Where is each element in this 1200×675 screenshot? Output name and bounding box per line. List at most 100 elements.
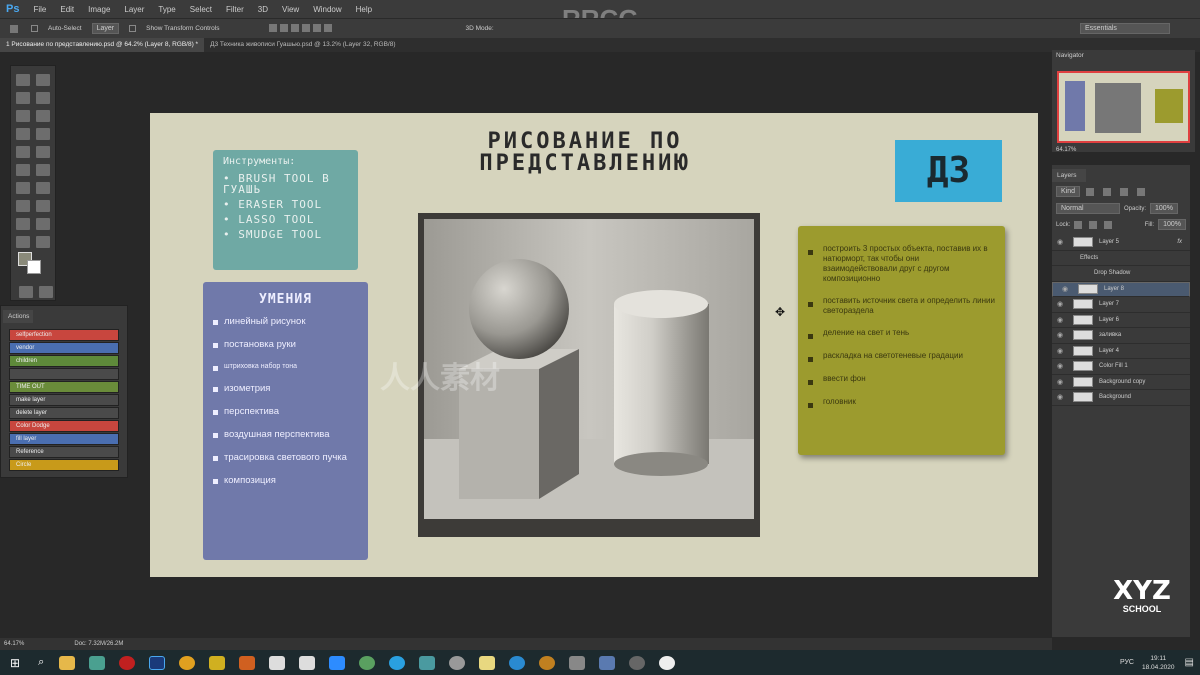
blur-tool-icon[interactable]	[16, 182, 30, 194]
lock-position-icon[interactable]	[1089, 220, 1098, 229]
layer-row[interactable]: ◉ Layer 6	[1052, 313, 1190, 328]
record-icon[interactable]	[119, 655, 136, 670]
app-icon[interactable]	[569, 655, 586, 670]
action-item[interactable]: Reference	[9, 446, 119, 458]
app-icon[interactable]	[239, 655, 256, 670]
layer-row[interactable]: ◉ Layer 4	[1052, 344, 1190, 359]
app-icon[interactable]	[629, 655, 646, 670]
workspace-select[interactable]: Essentials	[1080, 23, 1170, 34]
layer-row[interactable]: ◉ Layer 5 fx	[1052, 235, 1190, 251]
menu-filter[interactable]: Filter	[226, 5, 244, 14]
gradient-tool-icon[interactable]	[36, 164, 50, 176]
app-icon[interactable]	[209, 655, 226, 670]
blend-mode-select[interactable]: Normal	[1056, 203, 1120, 214]
app-icon[interactable]	[359, 655, 376, 670]
layer-row[interactable]: ◉ Background copy	[1052, 375, 1190, 390]
shape-tool-icon[interactable]	[36, 218, 50, 230]
action-item[interactable]: delete layer	[9, 407, 119, 419]
yandex-icon[interactable]	[659, 655, 676, 670]
visibility-eye-icon[interactable]: ◉	[1055, 347, 1065, 355]
background-color[interactable]	[27, 260, 41, 274]
file-explorer-icon[interactable]	[59, 655, 76, 670]
menu-help[interactable]: Help	[356, 5, 372, 14]
app-icon[interactable]	[599, 655, 616, 670]
screen-mode-icon[interactable]	[39, 286, 53, 298]
visibility-eye-icon[interactable]: ◉	[1055, 316, 1065, 324]
app-icon[interactable]	[449, 655, 466, 670]
action-item[interactable]: TIME OUT	[9, 381, 119, 393]
notifications-icon[interactable]: ▤	[1185, 657, 1194, 668]
telegram-icon[interactable]	[389, 655, 406, 670]
status-zoom[interactable]: 64.17%	[4, 641, 24, 647]
visibility-eye-icon[interactable]: ◉	[1055, 300, 1065, 308]
menu-layer[interactable]: Layer	[124, 5, 144, 14]
zoom-app-icon[interactable]	[329, 655, 346, 670]
quick-mask-icon[interactable]	[19, 286, 33, 298]
filter-adjust-icon[interactable]	[1103, 187, 1112, 196]
magic-wand-icon[interactable]	[36, 92, 50, 104]
align-icon[interactable]	[291, 23, 300, 32]
pen-tool-icon[interactable]	[16, 200, 30, 212]
language-indicator[interactable]: РУС	[1120, 659, 1134, 666]
layer-row[interactable]: ◉ Layer 8	[1052, 281, 1190, 297]
visibility-eye-icon[interactable]: ◉	[1055, 393, 1065, 401]
layer-row[interactable]: ◉ Color Fill 1	[1052, 359, 1190, 375]
menu-image[interactable]: Image	[88, 5, 110, 14]
action-item[interactable]: make layer	[9, 394, 119, 406]
history-brush-icon[interactable]	[36, 146, 50, 158]
fx-icon[interactable]: fx	[1177, 239, 1182, 245]
menu-file[interactable]: File	[33, 5, 46, 14]
filter-type-icon[interactable]	[1120, 187, 1129, 196]
visibility-eye-icon[interactable]: ◉	[1055, 238, 1065, 246]
align-icon[interactable]	[302, 23, 311, 32]
opacity-input[interactable]: 100%	[1150, 203, 1178, 214]
layers-tab[interactable]: Layers	[1052, 169, 1086, 182]
dodge-tool-icon[interactable]	[36, 182, 50, 194]
app-icon[interactable]	[269, 655, 286, 670]
eyedropper-icon[interactable]	[36, 110, 50, 122]
eraser-tool-icon[interactable]	[16, 164, 30, 176]
layer-select[interactable]: Layer	[91, 23, 120, 34]
windows-start-icon[interactable]: ⊞	[10, 656, 20, 670]
actions-tab[interactable]: Actions	[3, 310, 33, 323]
hand-tool-icon[interactable]	[16, 236, 30, 248]
action-item[interactable]: children	[9, 355, 119, 367]
clock[interactable]: 19:11 18.04.2020	[1142, 654, 1175, 672]
menu-view[interactable]: View	[282, 5, 299, 14]
app-icon[interactable]	[89, 655, 106, 670]
app-icon[interactable]	[539, 655, 556, 670]
layer-row[interactable]: ◉ заливка	[1052, 328, 1190, 344]
menu-select[interactable]: Select	[190, 5, 212, 14]
visibility-eye-icon[interactable]: ◉	[1055, 378, 1065, 386]
menu-type[interactable]: Type	[158, 5, 175, 14]
lock-pixels-icon[interactable]	[1074, 220, 1083, 229]
document-canvas[interactable]: РИСОВАНИЕ ПО ПРЕДСТАВЛЕНИЮ Инструменты: …	[150, 113, 1038, 577]
action-item[interactable]: vendor	[9, 342, 119, 354]
action-item[interactable]: selfperfection	[9, 329, 119, 341]
layer-row[interactable]: ◉ Layer 7	[1052, 297, 1190, 313]
layer-effect[interactable]: Effects	[1052, 251, 1190, 266]
fill-input[interactable]: 100%	[1158, 219, 1186, 230]
tab-document-1[interactable]: 1 Рисование по представлению.psd @ 64.2%…	[0, 38, 205, 52]
chrome-icon[interactable]	[179, 655, 196, 670]
action-item[interactable]: Circle	[9, 459, 119, 471]
move-tool-icon[interactable]	[10, 24, 18, 33]
transform-checkbox[interactable]	[129, 25, 137, 32]
layer-effect[interactable]: Drop Shadow	[1052, 266, 1190, 282]
align-icon[interactable]	[280, 23, 289, 32]
align-icon[interactable]	[269, 23, 278, 32]
app-icon[interactable]	[419, 655, 436, 670]
align-icon[interactable]	[324, 23, 333, 32]
path-select-icon[interactable]	[16, 218, 30, 230]
visibility-eye-icon[interactable]: ◉	[1060, 285, 1070, 293]
navigator-tab[interactable]: Navigator	[1052, 50, 1195, 61]
align-icon[interactable]	[313, 23, 322, 32]
menu-edit[interactable]: Edit	[60, 5, 74, 14]
action-item[interactable]: fill layer	[9, 433, 119, 445]
stamp-tool-icon[interactable]	[16, 146, 30, 158]
crop-tool-icon[interactable]	[16, 110, 30, 122]
app-icon[interactable]	[299, 655, 316, 670]
filter-shape-icon[interactable]	[1137, 187, 1146, 196]
navigator-zoom[interactable]: 64.17%	[1052, 143, 1195, 157]
action-item[interactable]: Color Dodge	[9, 420, 119, 432]
